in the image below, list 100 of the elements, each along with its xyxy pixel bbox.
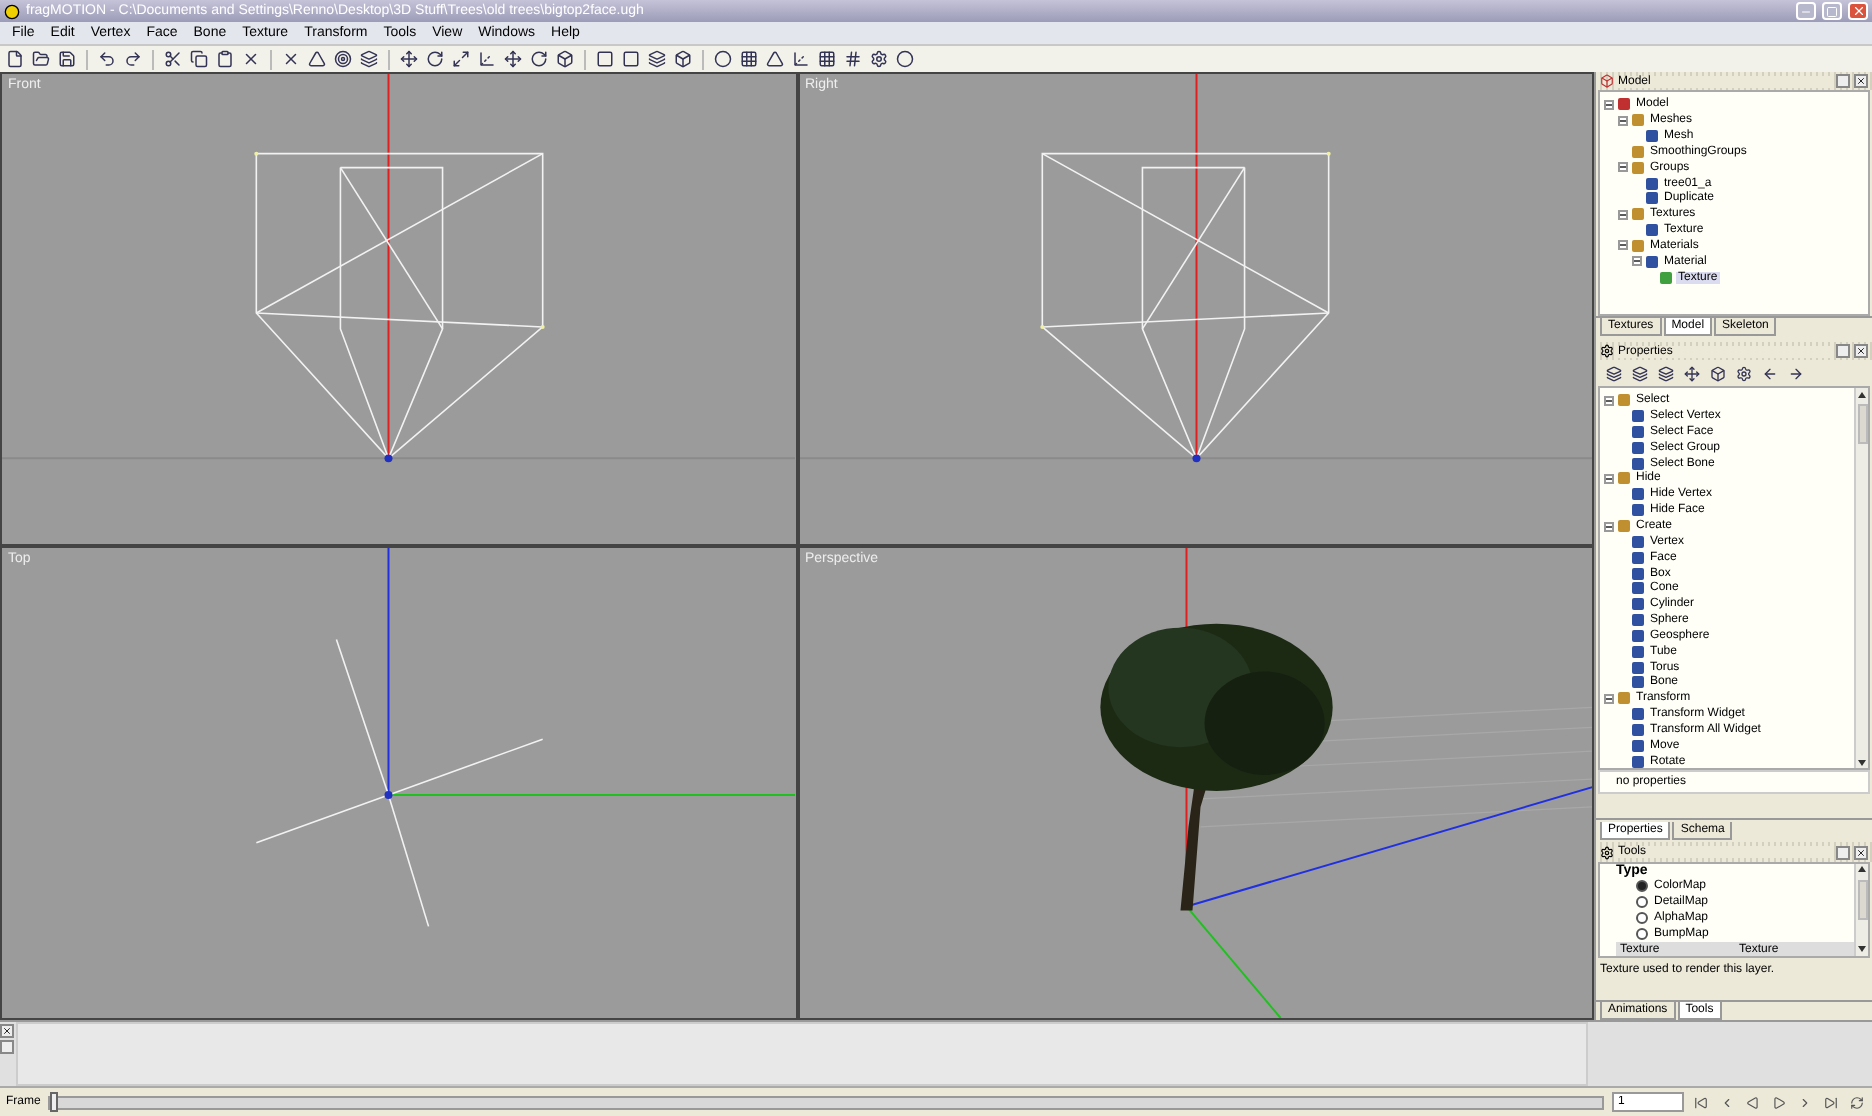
toolbar-button[interactable] <box>712 48 734 70</box>
expand-toggle[interactable] <box>1618 115 1628 126</box>
scale-icon <box>452 50 470 68</box>
radio-button[interactable] <box>1636 911 1648 924</box>
tree-node-icon <box>1632 739 1644 752</box>
tree-node-icon <box>1618 692 1630 705</box>
radio-button[interactable] <box>1636 879 1648 892</box>
panel-tool-button[interactable] <box>1628 362 1650 385</box>
close-button[interactable] <box>1854 74 1868 89</box>
panel-tool-button[interactable] <box>1602 362 1624 385</box>
toolbar-button[interactable] <box>280 48 302 70</box>
scrollbar[interactable] <box>1854 863 1868 956</box>
rotate-icon <box>426 50 444 68</box>
toolbar-button[interactable] <box>502 48 524 70</box>
undo-icon <box>98 50 116 68</box>
toolbar-button[interactable] <box>398 48 420 70</box>
toolbar-button[interactable] <box>476 48 498 70</box>
move-icon <box>400 50 418 68</box>
playback-button[interactable] <box>1692 1093 1710 1111</box>
redo-icon <box>124 50 142 68</box>
panel-tool-button[interactable] <box>1654 362 1676 385</box>
radio-button[interactable] <box>1636 927 1648 940</box>
toolbar-button[interactable] <box>594 48 616 70</box>
arrow-right-icon <box>1787 365 1803 382</box>
frame-slider[interactable] <box>48 1095 1604 1109</box>
playback-button[interactable] <box>1848 1093 1866 1111</box>
panel-tool-button[interactable] <box>1680 362 1702 385</box>
expand-toggle[interactable] <box>1618 240 1628 251</box>
circle-icon <box>714 50 732 68</box>
toolbar-button[interactable] <box>214 48 236 70</box>
layers-icon <box>360 50 378 68</box>
toolbar-button[interactable] <box>646 48 668 70</box>
toolbar-button[interactable] <box>764 48 786 70</box>
toolbar-button[interactable] <box>738 48 760 70</box>
toolbar-button[interactable] <box>620 48 642 70</box>
toolbar-button[interactable] <box>450 48 472 70</box>
expand-toggle[interactable] <box>1604 395 1614 406</box>
grid-icon <box>740 50 758 68</box>
triangle-icon <box>308 50 326 68</box>
toolbar-button[interactable] <box>96 48 118 70</box>
toolbar-button[interactable] <box>554 48 576 70</box>
rotate-icon <box>530 50 548 68</box>
toolbar-button[interactable] <box>162 48 184 70</box>
scroll-thumb[interactable] <box>1857 404 1867 445</box>
panel-tool-button[interactable] <box>1732 362 1754 385</box>
toolbar-button[interactable] <box>842 48 864 70</box>
expand-toggle[interactable] <box>1604 693 1614 704</box>
expand-toggle[interactable] <box>1618 162 1628 173</box>
paste-icon <box>216 50 234 68</box>
expand-toggle[interactable] <box>1632 256 1642 267</box>
play-icon <box>1772 1095 1786 1109</box>
close-button[interactable] <box>0 1024 14 1038</box>
toolbar-button[interactable] <box>4 48 26 70</box>
cut-icon <box>164 50 182 68</box>
expand-toggle[interactable] <box>1604 521 1614 532</box>
toolbar-button[interactable] <box>56 48 78 70</box>
toolbar-button[interactable] <box>122 48 144 70</box>
tree-node-icon <box>1632 755 1644 768</box>
tree-node-icon <box>1632 441 1644 454</box>
circle-icon <box>896 50 914 68</box>
toolbar-button[interactable] <box>816 48 838 70</box>
close-button[interactable] <box>1854 344 1868 359</box>
slider-thumb[interactable] <box>50 1091 59 1111</box>
toolbar-button[interactable] <box>528 48 550 70</box>
toolbar-button[interactable] <box>30 48 52 70</box>
toolbar-button[interactable] <box>240 48 262 70</box>
radio-button[interactable] <box>1636 895 1648 908</box>
scroll-up-icon[interactable] <box>1858 866 1866 873</box>
target-icon <box>334 50 352 68</box>
expand-toggle[interactable] <box>1604 473 1614 484</box>
toolbar-button[interactable] <box>188 48 210 70</box>
playback-button[interactable] <box>1822 1093 1840 1111</box>
scroll-down-icon[interactable] <box>1858 759 1866 766</box>
toolbar-button[interactable] <box>894 48 916 70</box>
triangle-icon <box>766 50 784 68</box>
toolbar-button[interactable] <box>672 48 694 70</box>
delete-icon <box>242 50 260 68</box>
expand-toggle[interactable] <box>1618 209 1628 220</box>
scroll-thumb[interactable] <box>1857 879 1867 920</box>
toolbar-button[interactable] <box>790 48 812 70</box>
scroll-up-icon[interactable] <box>1858 391 1866 398</box>
toolbar-button[interactable] <box>332 48 354 70</box>
playback-button[interactable] <box>1770 1093 1788 1111</box>
toolbar-button[interactable] <box>358 48 380 70</box>
square-icon <box>622 50 640 68</box>
settings-icon <box>870 50 888 68</box>
toolbar-button[interactable] <box>306 48 328 70</box>
play-backward-icon <box>1746 1095 1760 1109</box>
playback-button[interactable] <box>1744 1093 1762 1111</box>
close-button[interactable] <box>1854 845 1868 860</box>
expand-toggle[interactable] <box>1604 99 1614 110</box>
toolbar-button[interactable] <box>424 48 446 70</box>
panel-tool-button[interactable] <box>1706 362 1728 385</box>
minimize-icon <box>1800 5 1812 17</box>
scroll-down-icon[interactable] <box>1858 946 1866 953</box>
tree-node-icon <box>1660 271 1672 284</box>
scrollbar[interactable] <box>1854 388 1868 769</box>
grid-icon <box>818 50 836 68</box>
app-logo-icon <box>4 3 20 19</box>
toolbar-button[interactable] <box>868 48 890 70</box>
